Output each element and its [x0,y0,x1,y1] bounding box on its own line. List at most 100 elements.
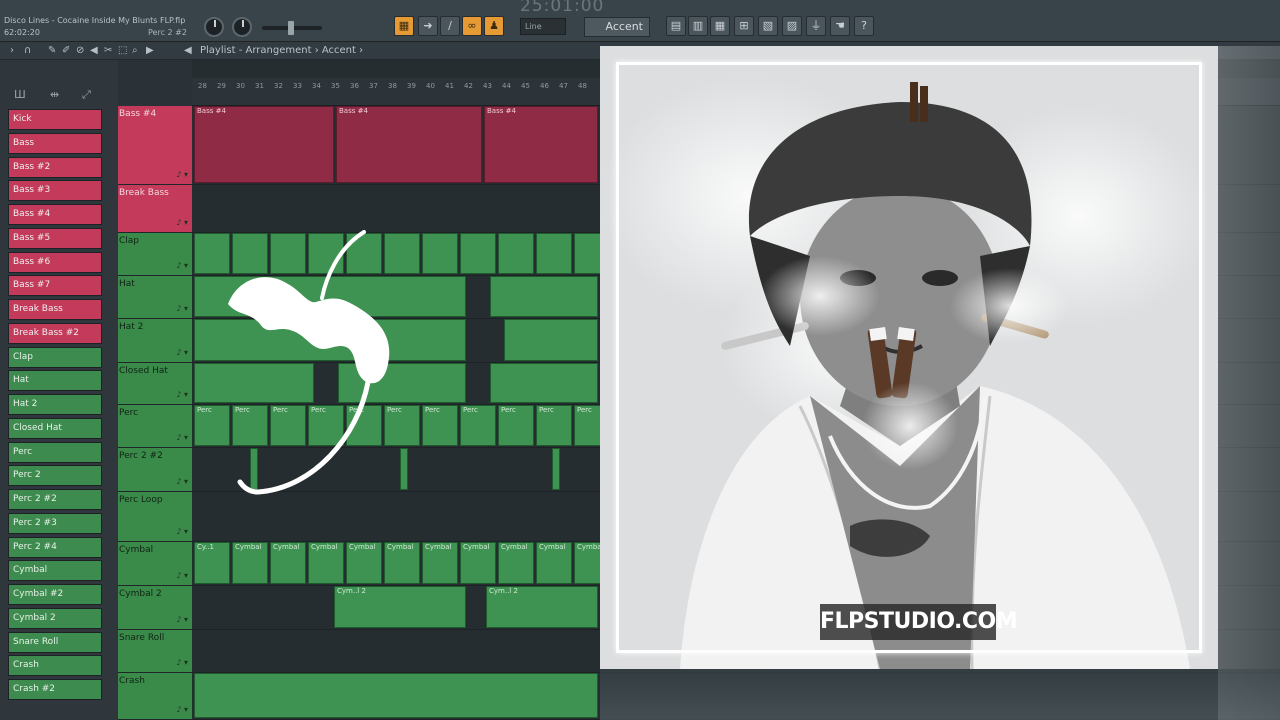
track-header[interactable]: Perc 2 #2 ♪ ▾ [118,448,192,492]
pattern-clip[interactable]: Cymbal [536,542,572,584]
pattern-clip[interactable] [498,233,534,274]
channel-button[interactable]: Hat [8,370,102,392]
note-icon[interactable]: ♪ ▾ [176,390,188,399]
pattern-clip[interactable]: Perc [422,405,458,446]
menu-arrow-icon[interactable]: › [10,45,14,56]
link-icon[interactable]: ∞ [462,16,482,36]
pattern-clip[interactable]: Cym..l 2 [334,586,466,628]
plugin-icon[interactable]: ▨ [782,16,802,36]
note-icon[interactable]: ♪ ▾ [176,348,188,357]
pattern-select[interactable]: Accent [584,17,650,37]
channel-button[interactable]: Bass #2 [8,156,102,178]
delete-icon[interactable]: ⊘ [76,45,84,56]
pattern-clip[interactable] [400,448,408,490]
note-icon[interactable]: ♪ ▾ [176,571,188,580]
pattern-clip[interactable]: Cymbal [422,542,458,584]
pattern-clip[interactable]: Bass #4 [194,106,334,183]
pattern-clip[interactable]: Cy..1 [194,542,230,584]
track-header[interactable]: Cymbal 2 ♪ ▾ [118,586,192,630]
channel-button[interactable]: Perc 2 [8,465,102,487]
pattern-clip[interactable]: Cymbal [270,542,306,584]
channel-button[interactable]: Bass #6 [8,251,102,273]
channel-button[interactable]: Closed Hat [8,417,102,439]
channel-button[interactable]: Break Bass #2 [8,322,102,344]
channel-button[interactable]: Break Bass [8,299,102,320]
track-header[interactable]: Snare Roll ♪ ▾ [118,630,192,673]
channel-button[interactable]: Bass #7 [8,275,102,297]
rack-split-icon[interactable]: ⇹ [50,88,59,101]
slider-handle[interactable] [288,21,294,35]
pattern-clip[interactable]: Cymbal [498,542,534,584]
channel-button[interactable]: Bass [8,132,102,154]
channel-button[interactable]: Bass #3 [8,180,102,202]
snap-select[interactable]: Line [520,18,566,35]
pattern-clip[interactable] [194,673,598,718]
pattern-clip[interactable] [460,233,496,274]
playlist-icon[interactable]: ▤ [666,16,686,36]
track-header[interactable]: Clap ♪ ▾ [118,233,192,276]
mute-icon[interactable]: ◀ [90,45,98,56]
rack-menu-icon[interactable]: Ш [14,88,26,101]
channel-button[interactable]: Clap [8,346,102,368]
master-slider[interactable] [262,21,322,35]
channel-button[interactable]: Cymbal 2 [8,607,102,629]
track-header[interactable]: Perc Loop ♪ ▾ [118,492,192,542]
note-icon[interactable]: ♪ ▾ [176,433,188,442]
pattern-clip[interactable]: Perc [536,405,572,446]
pattern-clip[interactable]: Cymbal [460,542,496,584]
channel-button[interactable]: Perc 2 #3 [8,512,102,534]
slide-icon[interactable]: ∕ [440,16,460,36]
note-icon[interactable]: ♪ ▾ [176,304,188,313]
note-icon[interactable]: ♪ ▾ [176,658,188,667]
help-icon[interactable]: ? [854,16,874,36]
channel-button[interactable]: Perc 2 #2 [8,489,102,510]
channel-button[interactable]: Bass #5 [8,227,102,249]
browser-icon[interactable]: ▧ [758,16,778,36]
note-icon[interactable]: ♪ ▾ [176,477,188,486]
channel-button[interactable]: Perc 2 #4 [8,536,102,558]
touch-icon[interactable]: ☚ [830,16,850,36]
pattern-clip[interactable] [504,319,598,361]
select-icon[interactable]: ⬚ [118,45,127,56]
track-header[interactable]: Crash ♪ ▾ [118,673,192,720]
paint-icon[interactable]: ✐ [62,45,70,56]
pattern-clip[interactable]: Cymbal [308,542,344,584]
pattern-clip[interactable] [422,233,458,274]
track-header[interactable]: Perc ♪ ▾ [118,405,192,448]
note-icon[interactable]: ♪ ▾ [176,615,188,624]
pattern-clip[interactable]: Bass #4 [484,106,598,183]
stamp-icon[interactable]: ♟ [484,16,504,36]
pattern-clip[interactable]: Bass #4 [336,106,482,183]
channel-button[interactable]: Bass #4 [8,204,102,225]
rack-expand-icon[interactable]: ⤢ [82,88,91,102]
channel-rack-icon[interactable]: ▦ [710,16,730,36]
track-header[interactable]: Closed Hat ♪ ▾ [118,363,192,405]
channel-button[interactable]: Crash #2 [8,679,102,700]
pattern-clip[interactable] [490,276,598,317]
note-icon[interactable]: ♪ ▾ [176,705,188,714]
track-header[interactable]: Bass #4 ♪ ▾ [118,106,192,185]
note-icon[interactable]: ♪ ▾ [176,170,188,179]
channel-button[interactable]: Perc [8,441,102,463]
play-icon[interactable]: ▶ [146,45,154,56]
plug-icon[interactable]: ⏚ [806,16,826,36]
pattern-clip[interactable]: Perc [460,405,496,446]
pencil-icon[interactable]: ✎ [48,45,56,56]
channel-button[interactable]: Cymbal #2 [8,584,102,605]
note-icon[interactable]: ♪ ▾ [176,218,188,227]
arrow-icon[interactable]: ➜ [418,16,438,36]
main-pitch-knob[interactable] [232,17,252,37]
pattern-clip[interactable] [552,448,560,490]
track-header[interactable]: Break Bass ♪ ▾ [118,185,192,233]
slip-icon[interactable]: ✂ [104,45,112,56]
track-header[interactable]: Cymbal ♪ ▾ [118,542,192,586]
pattern-clip[interactable]: Cymbal [232,542,268,584]
main-volume-knob[interactable] [204,17,224,37]
pattern-clip[interactable]: Perc [498,405,534,446]
pattern-clip[interactable]: Cym..l 2 [486,586,598,628]
channel-button[interactable]: Snare Roll [8,631,102,653]
mixer-icon[interactable]: ⊞ [734,16,754,36]
note-icon[interactable]: ♪ ▾ [176,261,188,270]
channel-button[interactable]: Crash [8,655,102,677]
note-icon[interactable]: ♪ ▾ [176,527,188,536]
